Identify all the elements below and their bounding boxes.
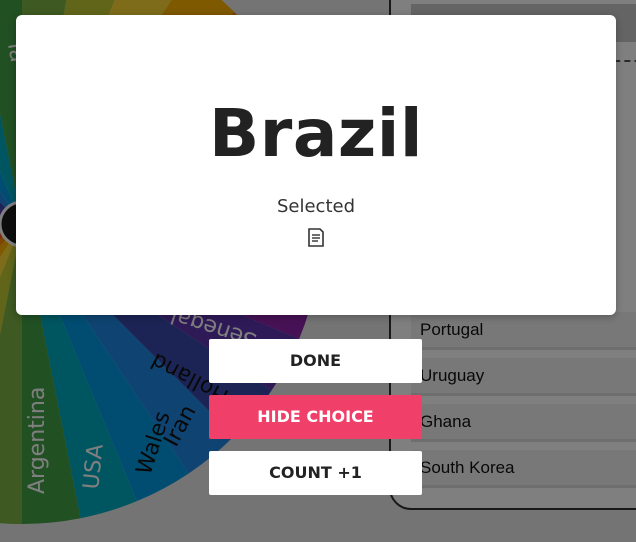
done-button[interactable]: DONE: [209, 339, 422, 383]
selected-label: Selected: [276, 196, 356, 217]
hide-choice-button[interactable]: HIDE CHOICE: [209, 395, 422, 439]
result-dialog: Brazil Selected: [16, 15, 616, 315]
count-plus-one-button[interactable]: COUNT +1: [209, 451, 422, 495]
selected-result-title: Brazil: [208, 95, 424, 172]
notes-icon[interactable]: [307, 228, 325, 248]
